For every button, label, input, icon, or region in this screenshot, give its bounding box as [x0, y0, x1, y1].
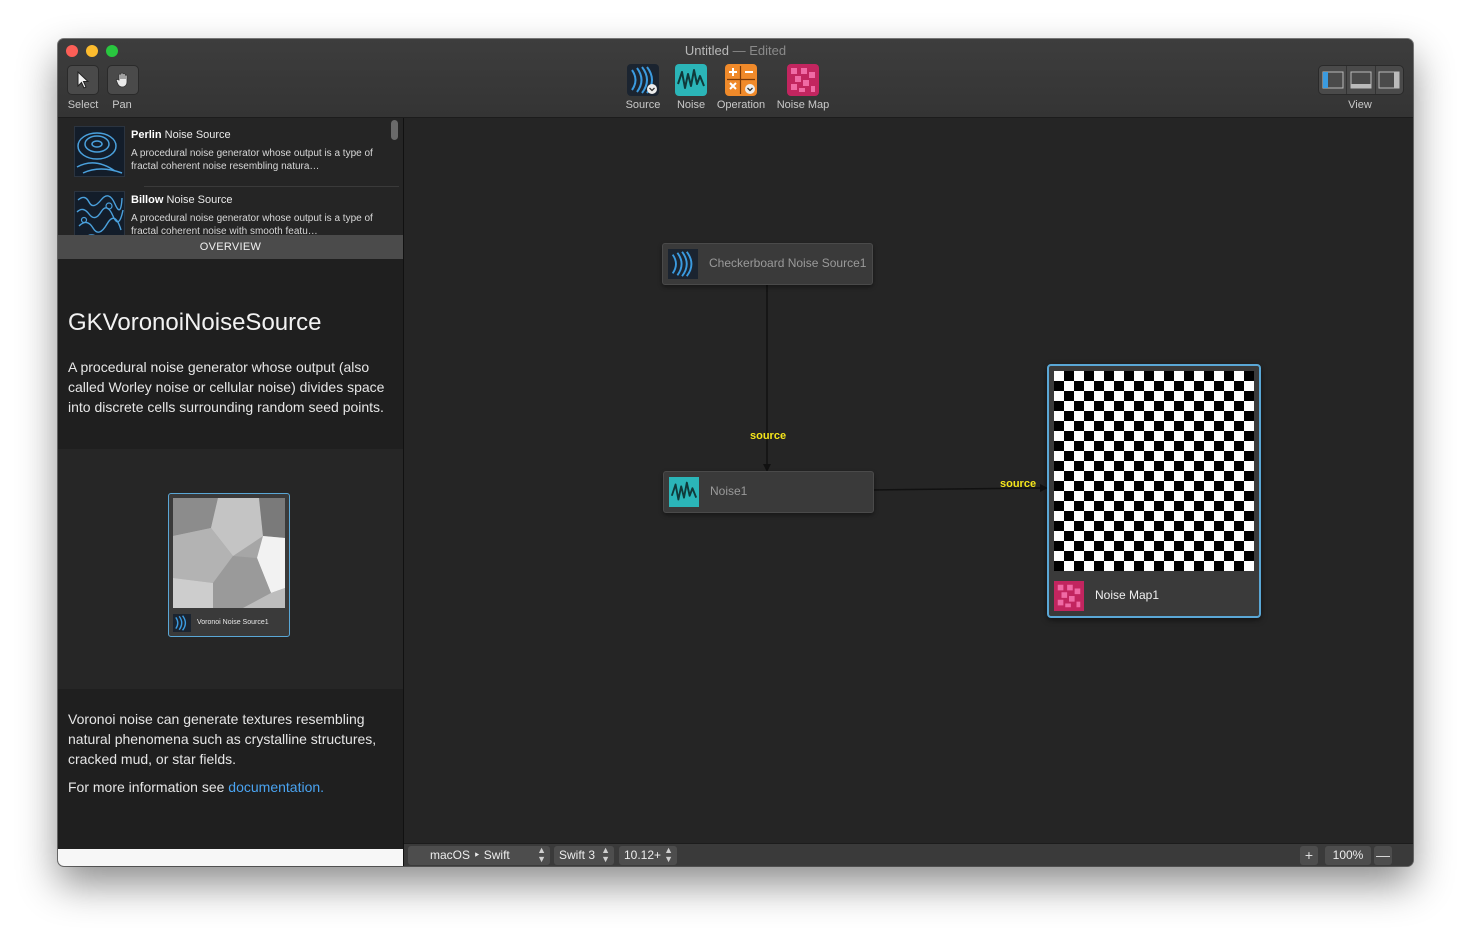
stepper-chevrons-icon: ▲ ▼	[664, 845, 673, 864]
select-tool-label: Select	[67, 99, 99, 111]
library-list[interactable]: Perlin Noise Source A procedural noise g…	[58, 118, 403, 235]
library-scrollbar[interactable]	[391, 120, 398, 140]
library-item-description: A procedural noise generator whose outpu…	[131, 213, 373, 235]
os-version-select[interactable]: 10.12+ ▲ ▼	[619, 846, 677, 865]
arrow-cursor-icon	[77, 71, 90, 89]
checkerboard-node[interactable]: Checkerboard Noise Source1	[662, 243, 873, 285]
noise-icon	[677, 69, 705, 89]
node-label: Noise Map1	[1095, 588, 1160, 602]
operation-icon	[727, 66, 755, 94]
port-label: source	[1000, 478, 1037, 490]
connections-layer	[763, 284, 1048, 492]
operation-category-button[interactable]	[725, 64, 757, 96]
overview-summary: GKVoronoiNoiseSource A procedural noise …	[58, 259, 403, 449]
hand-icon	[115, 72, 128, 88]
preview-node-label: Voronoi Noise Source1	[197, 619, 269, 626]
minus-icon: —	[1376, 847, 1390, 863]
node-label: Noise1	[710, 484, 748, 498]
library-item-description: A procedural noise generator whose outpu…	[131, 148, 373, 172]
pan-tool-button[interactable]	[107, 65, 139, 95]
noise-map-preview-image	[1054, 371, 1254, 571]
noise-map-node[interactable]: Noise Map1	[1047, 364, 1261, 618]
documentation-link[interactable]: documentation.	[228, 779, 324, 795]
platform-select-value: macOS ‣ Swift	[430, 848, 510, 862]
library-item-category: Noise Source	[166, 194, 233, 206]
os-version-value: 10.12+	[624, 848, 662, 862]
swift-version-select[interactable]: Swift 3 ▲ ▼	[554, 846, 614, 865]
noise-node[interactable]: Noise1	[663, 471, 874, 513]
graph-canvas[interactable]: Checkerboard Noise Source1 source Noise1…	[404, 118, 1413, 843]
noise-category-button[interactable]	[675, 64, 707, 96]
library-item-title: Perlin Noise Source	[131, 129, 231, 141]
window-title: Untitled — Edited	[58, 43, 1413, 58]
library-item-name: Perlin	[131, 129, 162, 141]
select-tool-button[interactable]	[67, 65, 99, 95]
swift-version-value: Swift 3	[559, 848, 596, 862]
sidebar-footer	[58, 849, 403, 866]
zoom-in-button[interactable]: +	[1300, 846, 1318, 865]
overview-description: A procedural noise generator whose outpu…	[68, 359, 385, 415]
right-panel-icon	[1378, 71, 1400, 89]
app-window: Untitled — Edited Select Pan Source Nois…	[58, 39, 1413, 866]
perlin-thumbnail	[74, 126, 125, 177]
noise-map-category-button[interactable]	[787, 64, 819, 96]
library-item-name: Billow	[131, 194, 164, 206]
source-category-label: Source	[625, 99, 661, 111]
toggle-right-panel-button[interactable]	[1376, 66, 1403, 94]
overview-more-info: For more information see documentation.	[68, 779, 324, 795]
plus-icon: +	[1304, 847, 1314, 863]
noise-map-category-label: Noise Map	[776, 99, 830, 111]
library-item-billow[interactable]: Billow Noise Source A procedural noise g…	[74, 187, 384, 235]
library-item-title: Billow Noise Source	[131, 194, 233, 206]
more-info-prefix: For more information see	[68, 779, 225, 795]
billow-thumbnail	[74, 191, 125, 235]
preview-node-card: Voronoi Noise Source1	[168, 493, 290, 637]
left-panel-icon	[1322, 71, 1344, 89]
view-toggle-group	[1318, 65, 1404, 95]
library-item-category: Noise Source	[164, 129, 231, 141]
overview-header: OVERVIEW	[58, 235, 403, 259]
noise-map-icon	[1054, 581, 1084, 611]
overview-preview-area: Voronoi Noise Source1	[58, 449, 403, 689]
noise-category-label: Noise	[676, 99, 706, 111]
overview-details: Voronoi noise can generate textures rese…	[58, 689, 403, 849]
window-title-text: Untitled	[684, 43, 729, 58]
sidebar: Perlin Noise Source A procedural noise g…	[58, 118, 404, 866]
zoom-level: 100%	[1325, 846, 1371, 865]
stepper-chevrons-icon: ▲ ▼	[601, 845, 610, 864]
library-item-perlin[interactable]: Perlin Noise Source A procedural noise g…	[74, 122, 399, 187]
source-icon	[631, 66, 657, 94]
operation-category-label: Operation	[716, 99, 766, 111]
bottom-bar: macOS ‣ Swift ▲ ▼ Swift 3 ▲ ▼ 10.12+ ▲ ▼ + …	[404, 843, 1413, 866]
overview-details-text: Voronoi noise can generate textures rese…	[68, 711, 377, 767]
window-title-status: — Edited	[732, 43, 787, 58]
zoom-out-button[interactable]: —	[1374, 846, 1392, 865]
toggle-left-panel-button[interactable]	[1319, 66, 1348, 94]
platform-select[interactable]: macOS ‣ Swift ▲ ▼	[408, 846, 550, 865]
pan-tool-label: Pan	[112, 99, 132, 111]
noise-map-icon	[791, 68, 815, 92]
stepper-chevrons-icon: ▲ ▼	[537, 845, 546, 864]
source-category-button[interactable]	[627, 64, 659, 96]
node-label: Checkerboard Noise Source1	[709, 256, 867, 270]
toolbar: Untitled — Edited Select Pan Source Nois…	[58, 39, 1413, 118]
source-icon	[173, 614, 191, 632]
port-label: source	[750, 430, 787, 442]
overview-title: GKVoronoiNoiseSource	[68, 309, 322, 336]
view-label: View	[1348, 99, 1372, 111]
noise-icon	[669, 477, 699, 507]
bottom-panel-icon	[1350, 71, 1372, 89]
toggle-bottom-panel-button[interactable]	[1347, 66, 1376, 94]
voronoi-preview-image	[173, 498, 285, 608]
source-icon	[668, 249, 698, 279]
